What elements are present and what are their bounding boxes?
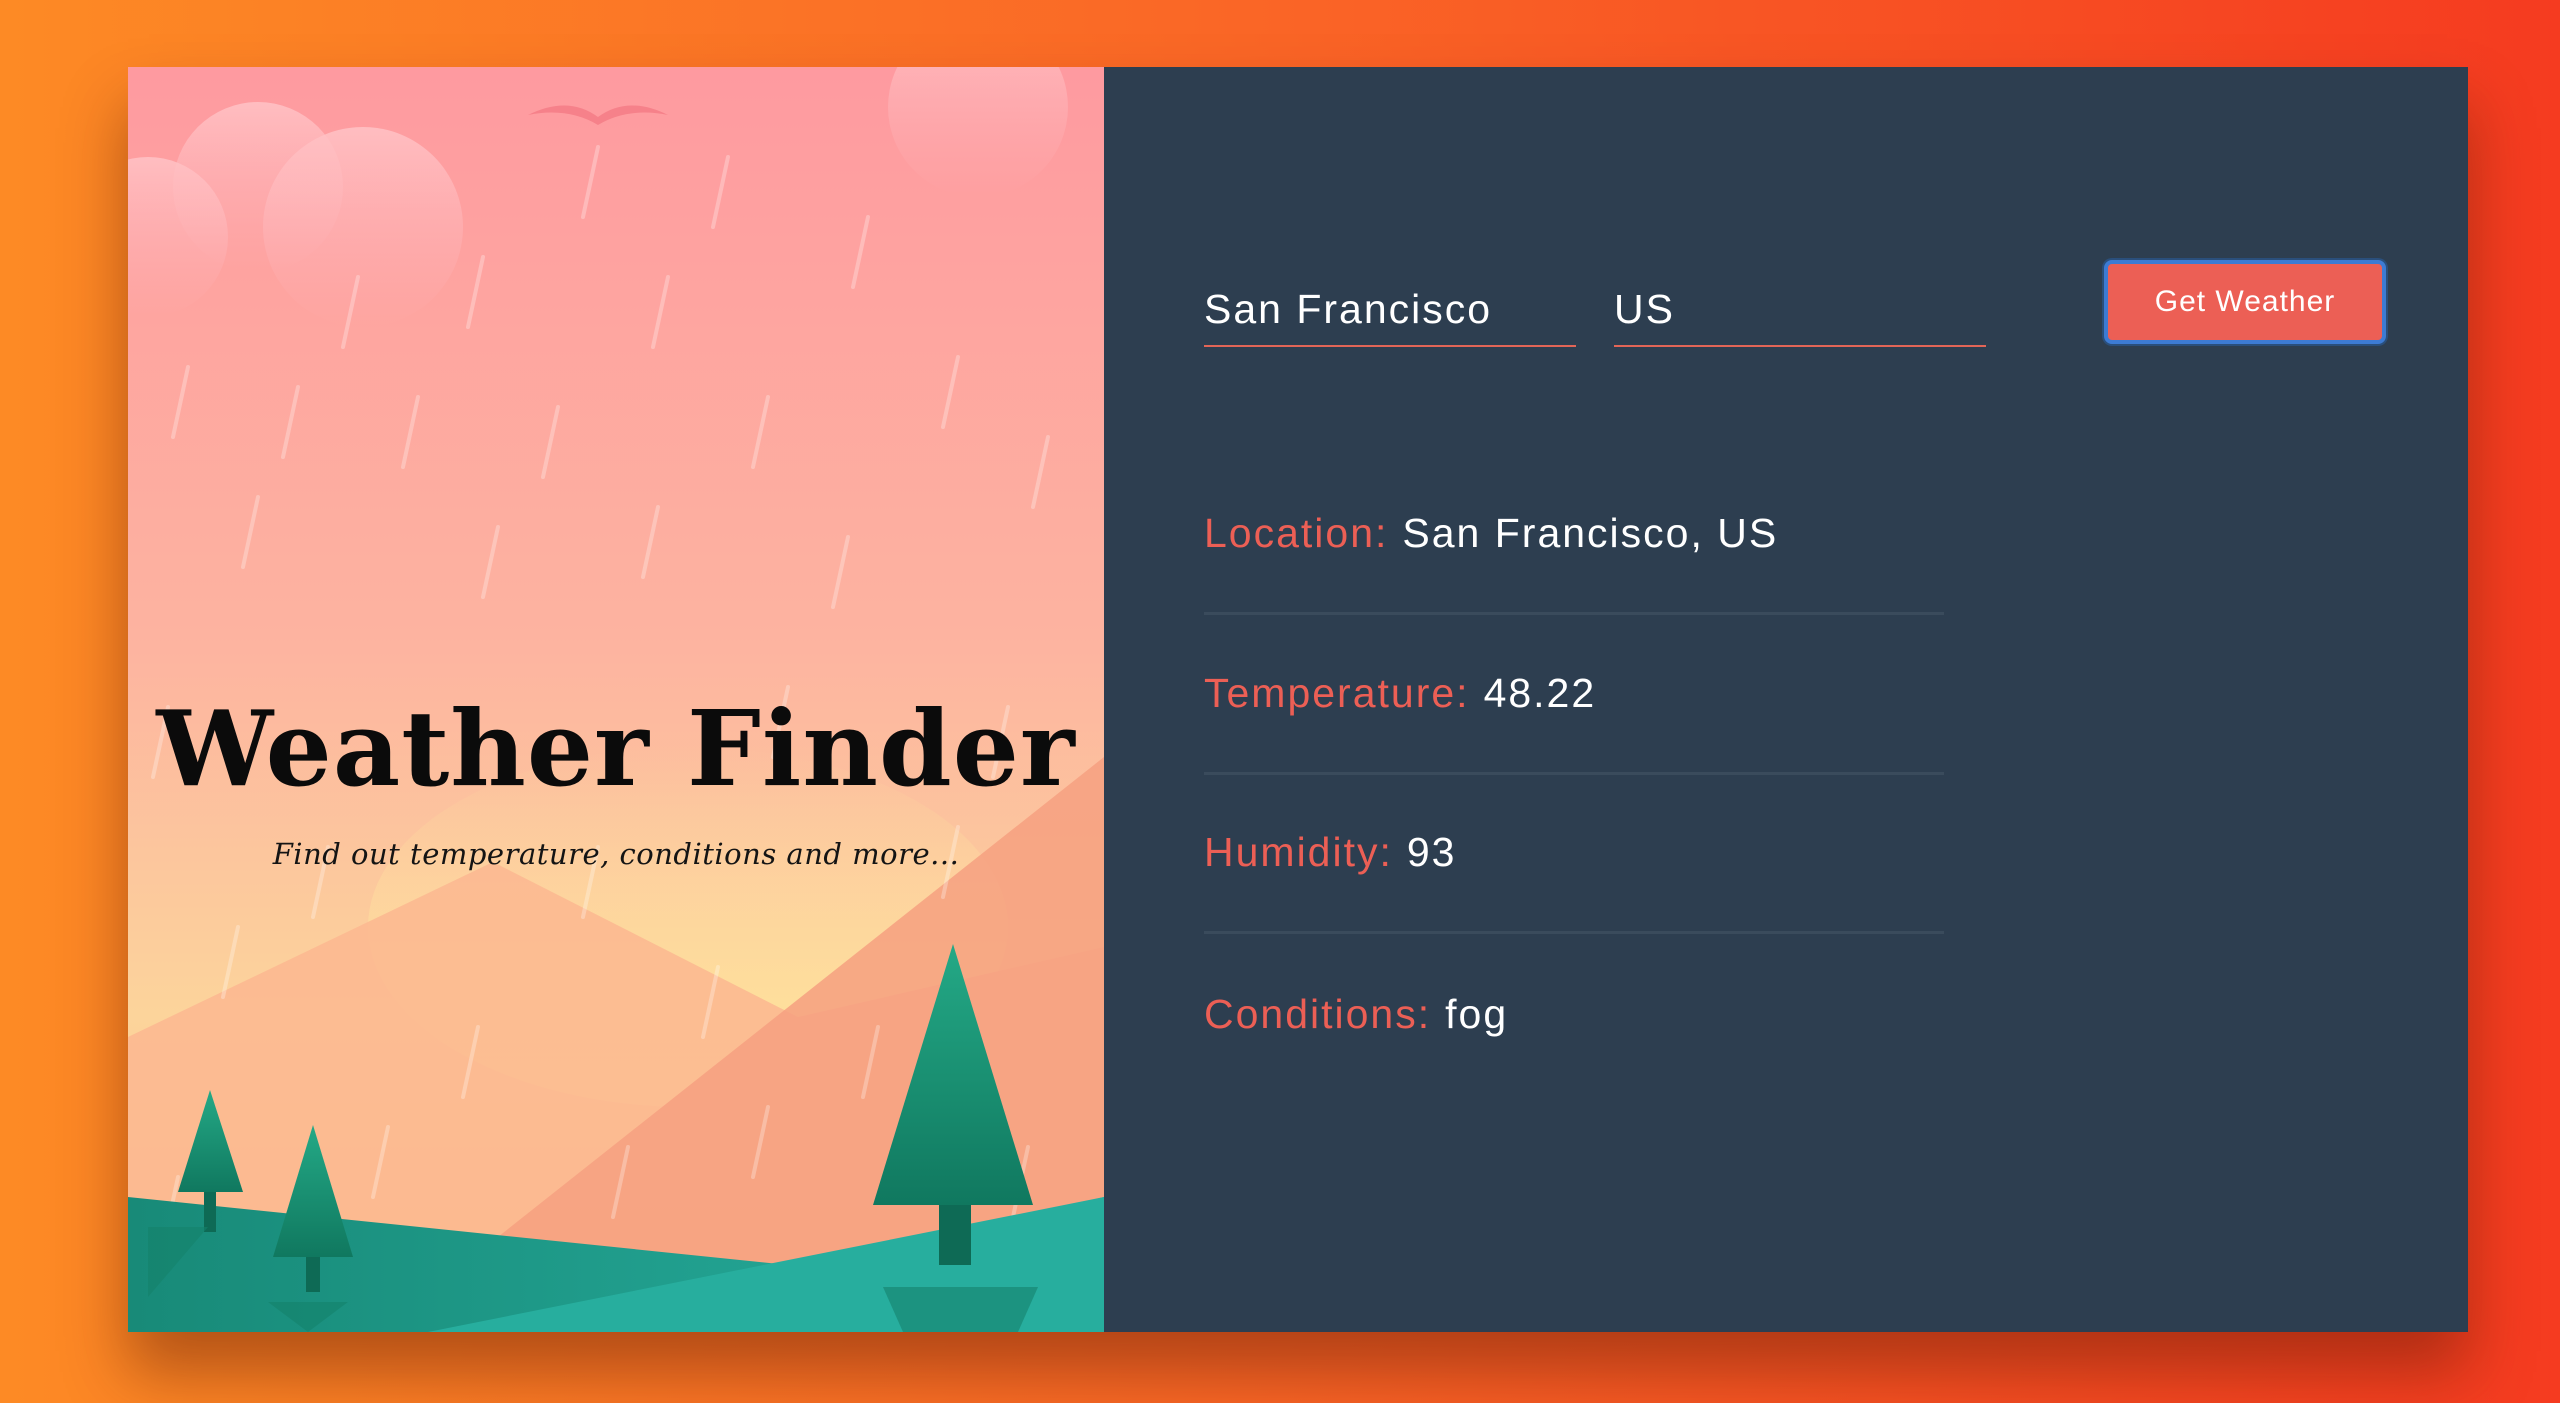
result-row-conditions: Conditions: fog (1204, 934, 1944, 1094)
result-row-humidity: Humidity: 93 (1204, 774, 1944, 934)
app-title: Weather Finder (156, 687, 1076, 810)
result-row-temperature: Temperature: 48.22 (1204, 615, 1944, 775)
location-label: Location: (1204, 510, 1389, 556)
conditions-label: Conditions: (1204, 990, 1432, 1037)
country-input[interactable] (1614, 285, 1986, 333)
get-weather-button[interactable]: Get Weather (2104, 260, 2386, 344)
hero-text: Weather Finder Find out temperature, con… (128, 687, 1104, 872)
temperature-label: Temperature: (1204, 670, 1470, 716)
city-input[interactable] (1204, 285, 1576, 333)
city-field (1204, 255, 1576, 347)
conditions-value: fog (1445, 990, 1509, 1037)
result-row-location: Location: San Francisco, US (1204, 455, 1944, 615)
temperature-value: 48.22 (1483, 670, 1597, 716)
country-field (1614, 255, 1986, 347)
app-subtitle: Find out temperature, conditions and mor… (272, 837, 960, 871)
hero-illustration-panel: Weather Finder Find out temperature, con… (128, 67, 1104, 1332)
location-value: San Francisco, US (1402, 510, 1779, 556)
humidity-value: 93 (1406, 829, 1457, 875)
weather-card: Weather Finder Find out temperature, con… (128, 67, 2468, 1332)
weather-form-panel: Get Weather Location: San Francisco, US … (1104, 67, 2468, 1332)
humidity-label: Humidity: (1204, 829, 1393, 875)
